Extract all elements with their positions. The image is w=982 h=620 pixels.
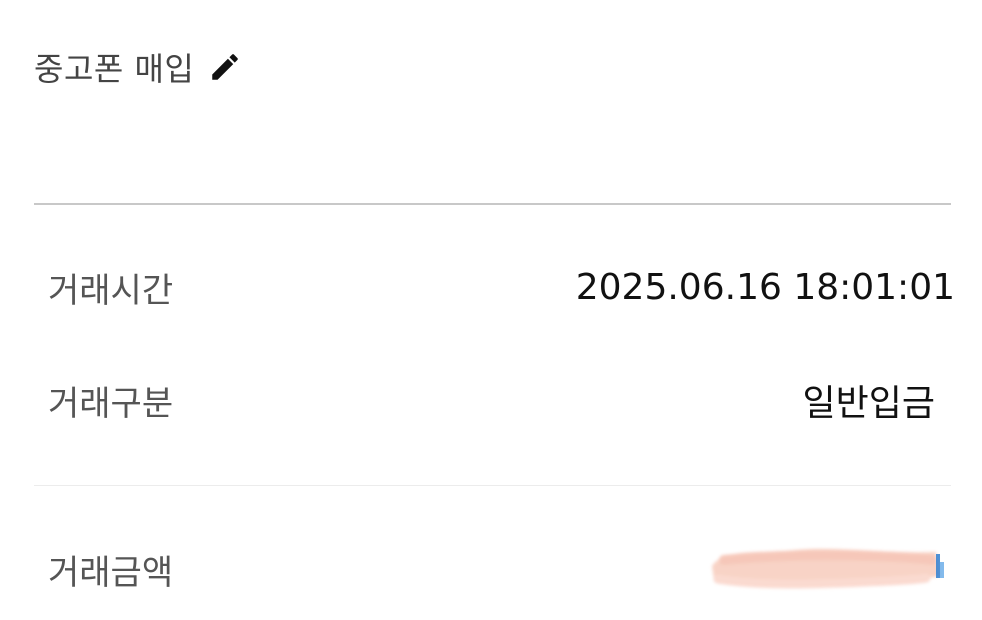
transaction-type-label: 거래구분: [48, 383, 174, 424]
pencil-icon: [212, 54, 239, 80]
transaction-time-label: 거래시간: [48, 270, 174, 311]
masked-amount-value: [704, 536, 949, 602]
section-divider: [34, 485, 951, 486]
header-divider: [34, 203, 951, 205]
transaction-amount-row: 거래금액: [48, 544, 955, 594]
transaction-header: 중고폰 매입: [34, 44, 244, 90]
edit-title-button[interactable]: [206, 48, 244, 86]
transaction-time-row: 거래시간 2025.06.16 18:01:01: [48, 262, 955, 312]
transaction-title: 중고폰 매입: [34, 50, 195, 88]
transaction-amount-label: 거래금액: [48, 552, 174, 593]
transaction-type-value: 일반입금: [802, 383, 935, 424]
amount-redaction-mark: [712, 548, 944, 589]
transaction-time-value: 2025.06.16 18:01:01: [575, 266, 955, 308]
transaction-type-row: 거래구분 일반입금: [48, 375, 955, 425]
